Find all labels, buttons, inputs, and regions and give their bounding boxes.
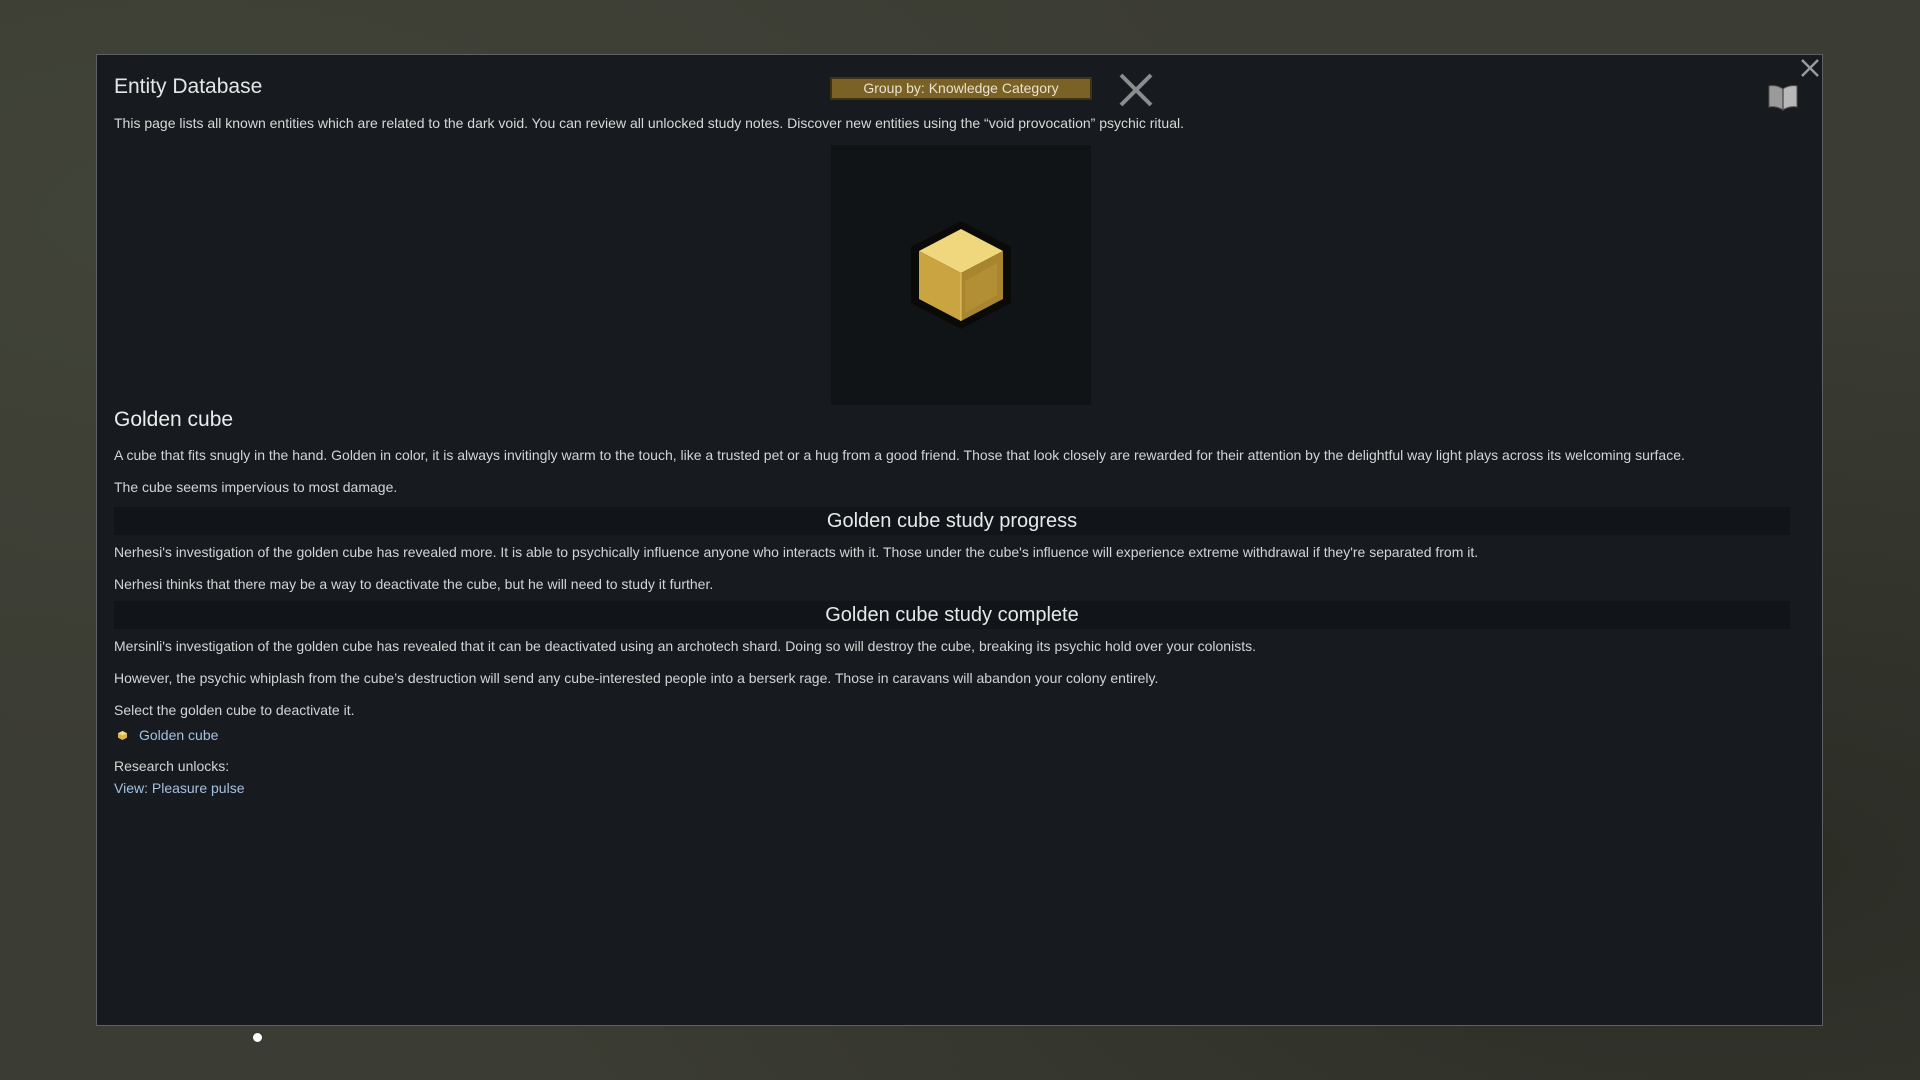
entity-name: Golden cube	[114, 408, 234, 431]
section-heading-complete: Golden cube study complete	[114, 601, 1790, 629]
research-link-pleasure-pulse[interactable]: View: Pleasure pulse	[114, 780, 244, 796]
section-heading-progress: Golden cube study progress	[114, 507, 1790, 535]
group-by-button[interactable]: Group by: Knowledge Category	[830, 77, 1092, 100]
golden-cube-icon	[911, 221, 1011, 329]
complete-paragraph: Select the golden cube to deactivate it.	[114, 702, 355, 718]
golden-cube-icon	[118, 730, 127, 740]
golden-cube-link[interactable]: Golden cube	[118, 727, 218, 743]
complete-paragraph: Mersinli's investigation of the golden c…	[114, 638, 1256, 654]
intro-text: This page lists all known entities which…	[114, 115, 1185, 131]
progress-paragraph: Nerhesi thinks that there may be a way t…	[114, 576, 714, 592]
clear-grouping-button[interactable]	[1117, 71, 1155, 109]
progress-paragraph: Nerhesi's investigation of the golden cu…	[114, 544, 1479, 560]
entity-database-dialog: Entity Database Group by: Knowledge Cate…	[96, 54, 1823, 1026]
entity-portrait	[831, 145, 1091, 405]
complete-paragraph: However, the psychic whiplash from the c…	[114, 670, 1159, 686]
golden-cube-link-label: Golden cube	[139, 727, 219, 743]
close-icon[interactable]	[1799, 57, 1821, 79]
open-book-icon[interactable]	[1767, 83, 1799, 111]
entity-description: A cube that fits snugly in the hand. Gol…	[114, 447, 1685, 463]
research-unlocks-label: Research unlocks:	[114, 758, 230, 774]
x-icon	[1119, 73, 1153, 107]
mouse-cursor	[253, 1033, 262, 1042]
entity-note: The cube seems impervious to most damage…	[114, 479, 398, 495]
dialog-title: Entity Database	[114, 75, 263, 98]
